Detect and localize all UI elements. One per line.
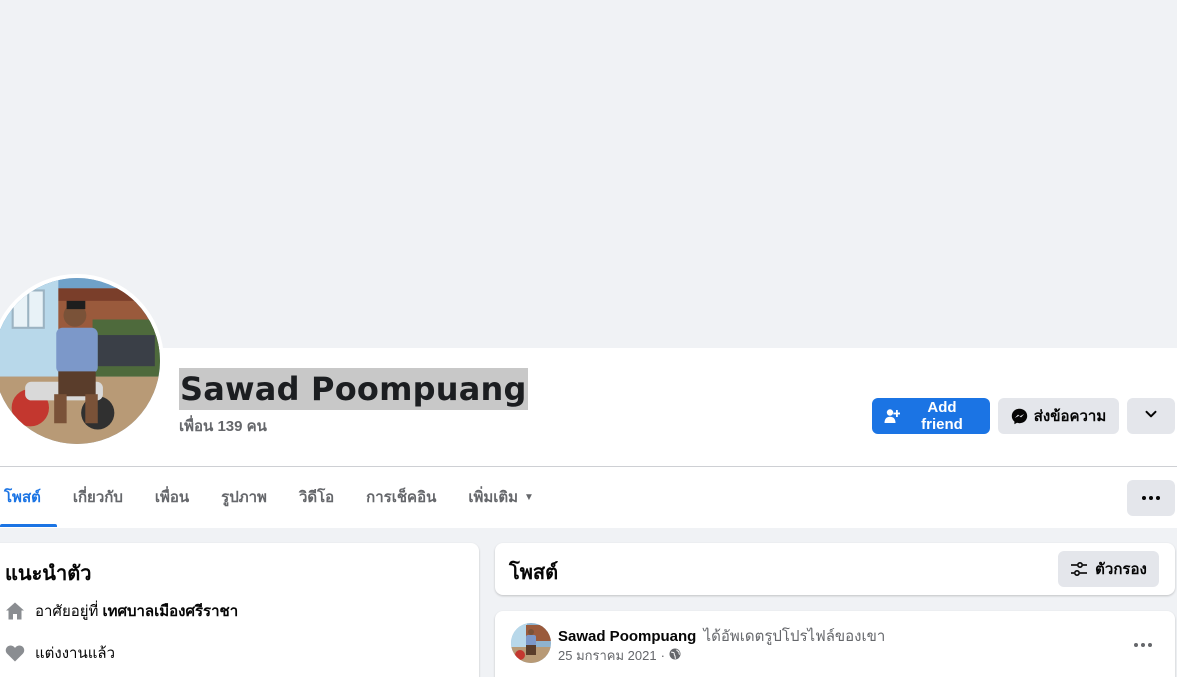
add-friend-button[interactable]: Add friend [872, 398, 990, 434]
tabs-more-button[interactable] [1127, 480, 1175, 516]
message-button[interactable]: ส่งข้อความ [998, 398, 1119, 434]
tab-more[interactable]: เพิ่มเติม ▼ [452, 467, 550, 527]
filter-label: ตัวกรอง [1095, 561, 1147, 578]
intro-card: แนะนำตัว อาศัยอยู่ที่ เทศบาลเมืองศรีราชา… [0, 543, 479, 677]
intro-relationship-label: แต่งงานแล้ว [35, 645, 116, 662]
post-date[interactable]: 25 มกราคม 2021 [558, 645, 657, 666]
post-author-avatar[interactable] [511, 623, 551, 663]
filter-icon [1070, 561, 1088, 577]
intro-relationship: แต่งงานแล้ว [4, 641, 115, 665]
tab-about-label: เกี่ยวกับ [72, 489, 123, 506]
filter-button[interactable]: ตัวกรอง [1058, 551, 1159, 587]
profile-name-block: Sawad Poompuang เพื่อน 139 คน [179, 368, 528, 438]
post-card: Sawad Poompuang ได้อัพเดตรูปโปรไฟล์ของเข… [495, 611, 1175, 677]
tab-posts-label: โพสต์ [4, 489, 41, 506]
tab-videos-label: วิดีโอ [298, 489, 335, 506]
tab-friends[interactable]: เพื่อน [139, 467, 205, 527]
globe-icon [669, 648, 681, 663]
home-icon [4, 601, 26, 621]
message-label: ส่งข้อความ [1033, 408, 1107, 425]
heart-icon [4, 644, 26, 662]
post-meta-separator: · [660, 648, 665, 663]
tab-photos[interactable]: รูปภาพ [205, 467, 283, 527]
tab-about[interactable]: เกี่ยวกับ [57, 467, 139, 527]
profile-actions: Add friend ส่งข้อความ [872, 398, 1175, 434]
intro-lives-in: อาศัยอยู่ที่ เทศบาลเมืองศรีราชา [4, 599, 238, 623]
tab-friends-label: เพื่อน [154, 489, 190, 506]
messenger-icon [1011, 408, 1028, 425]
post-options-button[interactable] [1125, 627, 1161, 663]
profile-name: Sawad Poompuang [179, 368, 528, 410]
user-plus-icon [884, 408, 900, 424]
tab-photos-label: รูปภาพ [221, 489, 267, 506]
tab-more-label: เพิ่มเติม [468, 489, 519, 506]
intro-lives-prefix: อาศัยอยู่ที่ [35, 603, 99, 620]
caret-down-icon: ▼ [524, 491, 534, 503]
chevron-down-icon [1144, 407, 1158, 425]
posts-title: โพสต์ [509, 562, 559, 584]
add-friend-label: Add friend [921, 399, 963, 433]
intro-title: แนะนำตัว [5, 563, 92, 585]
profile-tabs: โพสต์ เกี่ยวกับ เพื่อน รูปภาพ วิดีโอ การ… [0, 467, 550, 527]
tab-videos[interactable]: วิดีโอ [283, 467, 350, 527]
intro-lives-place[interactable]: เทศบาลเมืองศรีราชา [102, 599, 238, 623]
ellipsis-icon [1134, 643, 1152, 647]
tab-checkins[interactable]: การเช็คอิน [350, 467, 452, 527]
cover-photo-area [0, 0, 1177, 348]
profile-picture-image [0, 278, 160, 444]
ellipsis-icon [1142, 496, 1160, 500]
posts-header-card: โพสต์ ตัวกรอง [495, 543, 1175, 595]
post-meta: 25 มกราคม 2021 · [558, 645, 681, 666]
post-action-text: ได้อัพเดตรูปโปรไฟล์ของเขา [703, 628, 886, 645]
post-author-name[interactable]: Sawad Poompuang [558, 628, 696, 645]
tab-posts[interactable]: โพสต์ [0, 467, 57, 527]
friend-count-link[interactable]: เพื่อน 139 คน [179, 414, 528, 438]
tab-checkins-label: การเช็คอิน [366, 489, 437, 506]
more-options-button[interactable] [1127, 398, 1175, 434]
